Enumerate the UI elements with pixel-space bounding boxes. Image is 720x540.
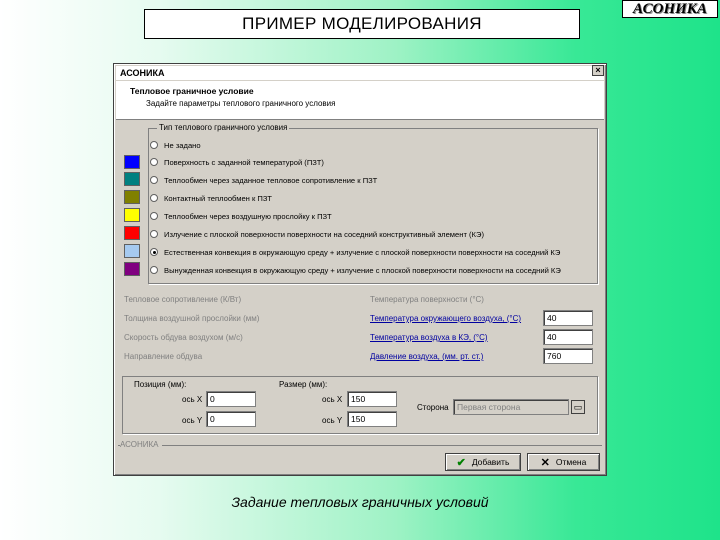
radio-button[interactable] (150, 266, 158, 274)
color-swatch-olive (124, 190, 140, 204)
radio-label: Вынужденная конвекция в окружающую среду… (164, 265, 561, 275)
color-swatch-teal (124, 172, 140, 186)
cancel-button[interactable]: ✕ Отмена (527, 453, 600, 471)
radio-label: Теплообмен через воздушную прослойку к П… (164, 211, 332, 221)
color-swatch-purple (124, 262, 140, 276)
size-y-input[interactable]: 150 (347, 411, 397, 427)
add-button-label: Добавить (471, 457, 510, 467)
radio-button[interactable] (150, 158, 158, 166)
cross-icon: ✕ (540, 456, 550, 469)
radio-label: Естественная конвекция в окружающую сред… (164, 247, 561, 257)
footer-brand: АСОНИКА (120, 440, 162, 449)
radio-option-natural-convection[interactable]: Естественная конвекция в окружающую сред… (150, 246, 560, 258)
radio-option-none[interactable]: Не задано (150, 139, 201, 151)
radio-button[interactable] (150, 212, 158, 220)
radio-label: Теплообмен через заданное тепловое сопро… (164, 175, 378, 185)
pos-x-label: ось X (182, 395, 203, 404)
air-direction-label: Направление обдува (124, 352, 203, 361)
slide-caption: Задание тепловых граничных условий (231, 494, 489, 510)
radio-label: Поверхность с заданной температурой (ПЗТ… (164, 157, 324, 167)
surface-temperature-label: Температура поверхности (°С) (370, 295, 484, 304)
size-y-label: ось Y (322, 416, 343, 425)
radio-option-forced-convection[interactable]: Вынужденная конвекция в окружающую среду… (150, 264, 561, 276)
ambient-temperature-label: Температура окружающего воздуха, (°С) (370, 314, 522, 323)
pos-y-label: ось Y (182, 416, 203, 425)
radio-button-selected[interactable] (150, 248, 158, 256)
radio-option-thermal-resistance[interactable]: Теплообмен через заданное тепловое сопро… (150, 174, 377, 186)
color-swatch-red (124, 226, 140, 240)
color-swatch-blue (124, 155, 140, 169)
size-x-input[interactable]: 150 (347, 391, 397, 407)
size-x-label: ось X (322, 395, 343, 404)
cancel-button-label: Отмена (555, 457, 587, 467)
radio-option-radiation[interactable]: Излучение с плоской поверхности поверхно… (150, 228, 484, 240)
slide-title: ПРИМЕР МОДЕЛИРОВАНИЯ (144, 9, 580, 39)
pos-y-input[interactable]: 0 (206, 411, 256, 427)
coords-label: Позиция (мм): (134, 380, 187, 389)
boundary-condition-dialog: АСОНИКА × Тепловое граничное условие Зад… (113, 63, 607, 476)
dialog-header: Тепловое граничное условие Задайте парам… (116, 81, 604, 120)
boundary-type-legend: Тип теплового граничного условия (157, 123, 290, 132)
side-label: Сторона (417, 403, 449, 412)
radio-label: Не задано (164, 140, 201, 150)
footer-divider (118, 445, 602, 446)
radio-button[interactable] (150, 194, 158, 202)
radio-option-fixed-temp[interactable]: Поверхность с заданной температурой (ПЗТ… (150, 156, 324, 168)
radio-option-contact[interactable]: Контактный теплообмен к ПЗТ (150, 192, 272, 204)
asonika-logo: АСОНИКА (622, 0, 718, 18)
header-subtitle: Задайте параметры теплового граничного у… (146, 99, 336, 108)
air-speed-label: Скорость обдува воздухом (м/с) (124, 333, 243, 342)
air-pressure-input[interactable]: 760 (543, 348, 593, 364)
radio-label: Излучение с плоской поверхности поверхно… (164, 229, 484, 239)
pos-x-input[interactable]: 0 (206, 391, 256, 407)
window-title: АСОНИКА (120, 68, 165, 78)
add-button[interactable]: ✔ Добавить (445, 453, 521, 471)
side-field[interactable]: Первая сторона (453, 399, 569, 415)
header-title: Тепловое граничное условие (130, 86, 254, 96)
close-button[interactable]: × (592, 65, 604, 76)
window-titlebar: АСОНИКА (116, 66, 604, 80)
radio-label: Контактный теплообмен к ПЗТ (164, 193, 272, 203)
air-pressure-label: Давление воздуха, (мм. рт. ст.) (370, 352, 484, 361)
radio-button[interactable] (150, 176, 158, 184)
radio-button[interactable] (150, 230, 158, 238)
ambient-temperature-input[interactable]: 40 (543, 310, 593, 326)
air-gap-thickness-label: Толщина воздушной прослойки (мм) (124, 314, 260, 323)
element-air-temperature-label: Температура воздуха в КЭ, (°С) (370, 333, 488, 342)
boundary-type-group: Тип теплового граничного условия (148, 123, 598, 284)
thermal-resistance-label: Тепловое сопротивление (К/Вт) (124, 295, 242, 304)
color-swatch-lightblue (124, 244, 140, 258)
element-air-temperature-input[interactable]: 40 (543, 329, 593, 345)
color-swatch-yellow (124, 208, 140, 222)
radio-button[interactable] (150, 141, 158, 149)
size-label: Размер (мм): (279, 380, 328, 389)
folder-icon[interactable]: ▭ (571, 400, 585, 414)
radio-option-air-gap[interactable]: Теплообмен через воздушную прослойку к П… (150, 210, 332, 222)
checkmark-icon: ✔ (456, 456, 466, 469)
